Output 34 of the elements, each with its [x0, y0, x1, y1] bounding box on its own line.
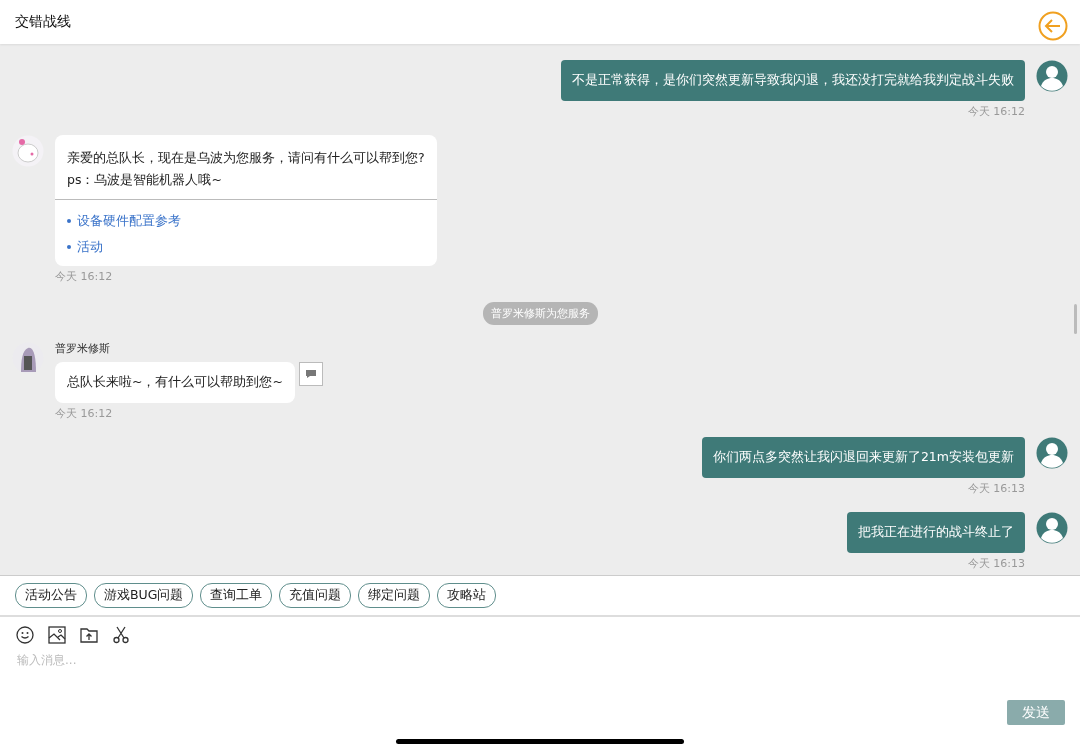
quick-reply-chip[interactable]: 充值问题: [279, 583, 352, 608]
user-avatar: [1036, 60, 1068, 92]
message-bubble: 总队长来啦~，有什么可以帮助到您~: [55, 362, 295, 403]
quick-reply-chip[interactable]: 查询工单: [200, 583, 273, 608]
user-avatar: [1036, 437, 1068, 469]
message-text: 亲爱的总队长，现在是乌波为您服务，请问有什么可以帮到您? ps：乌波是智能机器人哦~: [55, 135, 437, 200]
suggestion-link[interactable]: 活动: [77, 238, 103, 256]
quick-reply-chip[interactable]: 绑定问题: [358, 583, 431, 608]
timestamp: 今天 16:13: [966, 481, 1026, 496]
timestamp: 今天 16:12: [55, 269, 113, 284]
timestamp: 今天 16:13: [966, 556, 1026, 571]
scrollbar[interactable]: [1074, 304, 1077, 334]
message-bubble: 你们两点多突然让我闪退回来更新了21m安装包更新: [701, 437, 1025, 478]
user-avatar: [1036, 512, 1068, 544]
window-title: 交错战线: [15, 13, 71, 31]
quick-reply-chip[interactable]: 活动公告: [15, 583, 87, 608]
feedback-button[interactable]: [298, 362, 323, 386]
upload-folder-icon[interactable]: [79, 625, 99, 645]
suggestion-link[interactable]: 设备硬件配置参考: [77, 212, 181, 230]
message-bubble: 把我正在进行的战斗终止了: [847, 512, 1025, 553]
emoji-icon[interactable]: [15, 625, 35, 645]
bullet-icon: [67, 245, 71, 249]
bullet-icon: [67, 219, 71, 223]
system-notice: 普罗米修斯为您服务: [482, 302, 598, 325]
bot-avatar: [12, 135, 44, 167]
quick-reply-chip[interactable]: 游戏BUG问题: [94, 583, 194, 608]
scissors-icon[interactable]: [111, 625, 131, 645]
quick-reply-chip[interactable]: 攻略站: [437, 583, 497, 608]
image-icon[interactable]: [47, 625, 67, 645]
timestamp: 今天 16:12: [966, 104, 1026, 119]
message-bubble: 不是正常获得，是你们突然更新导致我闪退，我还没打完就给我判定战斗失败: [561, 60, 1025, 101]
timestamp: 今天 16:12: [55, 406, 113, 421]
chat-bubble-icon: [304, 369, 317, 379]
agent-name: 普罗米修斯: [55, 342, 110, 356]
